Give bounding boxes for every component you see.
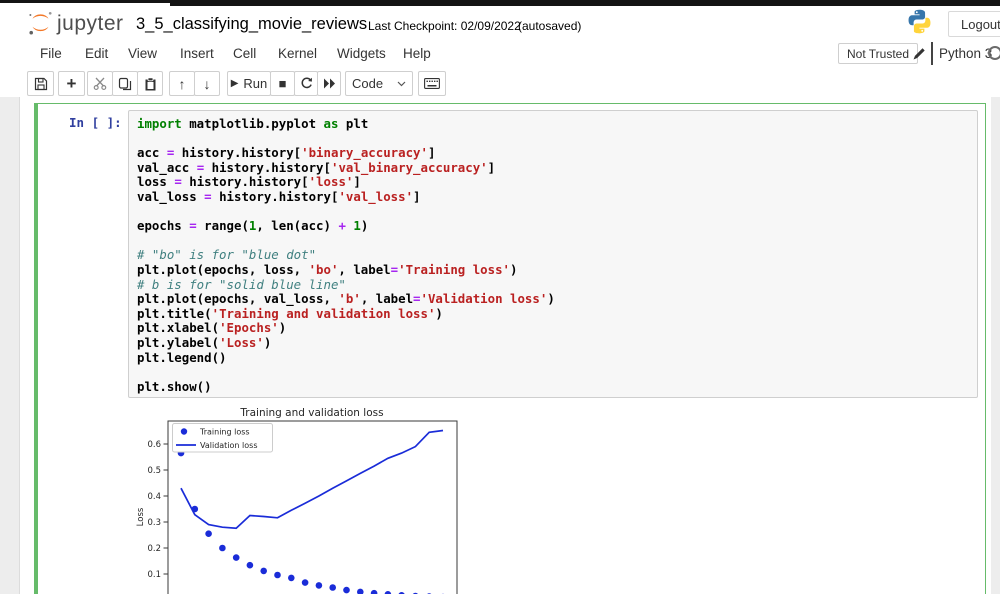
chevron-down-icon [397, 81, 406, 86]
python-logo-icon [908, 9, 931, 34]
paste-icon [145, 76, 155, 90]
code-editor-content: import matplotlib.pyplot as plt acc = hi… [137, 116, 555, 394]
stop-icon: ■ [278, 76, 287, 91]
scissors-icon [93, 77, 107, 90]
training-loss-dots [177, 449, 445, 594]
legend-dot-marker [180, 428, 188, 435]
restart-run-all-button[interactable] [317, 71, 341, 96]
move-cell-down-button[interactable]: ↓ [194, 71, 220, 96]
kernel-name: Python 3 [939, 46, 993, 61]
save-icon [34, 77, 47, 90]
plot-title: Training and validation loss [239, 407, 383, 419]
run-button[interactable]: ▶ Run [227, 71, 271, 96]
svg-text:0.5: 0.5 [147, 466, 161, 476]
plot-legend: Training loss Validation loss [172, 423, 273, 453]
toolbar: + ↑ ↓ ▶ Run ■ Code [0, 67, 1000, 98]
jupyter-logo-text[interactable]: jupyter [57, 12, 124, 36]
notebook-title[interactable]: 3_5_classifying_movie_reviews [136, 15, 367, 34]
restart-kernel-button[interactable] [294, 71, 318, 96]
move-cell-up-button[interactable]: ↑ [169, 71, 195, 96]
restart-icon [301, 77, 312, 89]
arrow-up-icon: ↑ [178, 75, 186, 92]
cell-type-value: Code [352, 76, 384, 91]
svg-text:0.4: 0.4 [147, 492, 161, 502]
menu-item-widgets[interactable]: Widgets [337, 46, 386, 61]
svg-text:0.2: 0.2 [147, 544, 161, 554]
edit-mode-pencil-icon [913, 48, 925, 60]
input-prompt: In [ ]: [69, 115, 122, 130]
menu-item-view[interactable]: View [128, 46, 157, 61]
arrow-down-icon: ↓ [203, 75, 211, 92]
cut-cells-button[interactable] [87, 71, 113, 96]
y-axis-ticks: 0.6 0.5 0.4 0.3 0.2 0.1 [147, 440, 168, 580]
matplotlib-output-plot: Training and validation loss 0.60.50.40.… [136, 407, 458, 594]
command-palette-button[interactable] [418, 71, 446, 96]
paste-cells-button[interactable] [137, 71, 163, 96]
menu-item-kernel[interactable]: Kernel [278, 46, 317, 61]
jupyter-notebook-window: jupyter 3_5_classifying_movie_reviews La… [0, 0, 1000, 594]
y-axis-label: Loss [136, 507, 146, 526]
code-editor[interactable]: import matplotlib.pyplot as plt acc = hi… [128, 110, 978, 398]
copy-icon [118, 77, 132, 90]
menu-item-insert[interactable]: Insert [180, 46, 214, 61]
logout-button[interactable]: Logout [948, 11, 1000, 37]
notebook-header: jupyter 3_5_classifying_movie_reviews La… [0, 6, 1000, 40]
menu-item-cell[interactable]: Cell [233, 46, 256, 61]
interrupt-kernel-button[interactable]: ■ [270, 71, 295, 96]
kernel-idle-icon [988, 46, 1000, 60]
fast-forward-icon [323, 78, 335, 89]
legend-training-label: Training loss [199, 428, 250, 437]
legend-validation-label: Validation loss [200, 441, 258, 450]
jupyter-logo-icon[interactable] [27, 9, 54, 37]
menu-item-edit[interactable]: Edit [85, 46, 108, 61]
cell-type-select[interactable]: Code [345, 71, 413, 96]
svg-text:0.1: 0.1 [147, 570, 161, 580]
trust-status-button[interactable]: Not Trusted [838, 43, 919, 64]
menu-item-help[interactable]: Help [403, 46, 431, 61]
save-button[interactable] [27, 71, 54, 96]
svg-text:0.6: 0.6 [147, 440, 161, 450]
keyboard-icon [424, 78, 440, 89]
copy-cells-button[interactable] [112, 71, 138, 96]
checkpoint-status: Last Checkpoint: 02/09/2022 [368, 19, 521, 33]
autosave-status: (autosaved) [518, 19, 582, 33]
run-icon: ▶ [230, 78, 239, 89]
run-label: Run [243, 76, 268, 91]
menu-bar: File Edit View Insert Cell Kernel Widget… [0, 40, 1000, 68]
svg-text:0.3: 0.3 [147, 518, 161, 528]
menu-item-file[interactable]: File [40, 46, 62, 61]
plus-icon: + [66, 74, 77, 93]
add-cell-button[interactable]: + [58, 71, 85, 96]
kernel-divider [931, 42, 933, 65]
